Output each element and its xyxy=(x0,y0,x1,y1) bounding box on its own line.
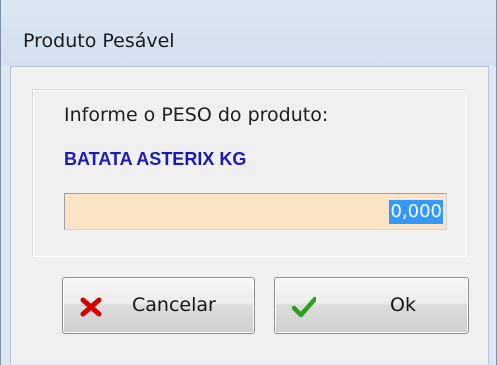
green-check-icon xyxy=(291,295,318,319)
cancel-button[interactable]: Cancelar xyxy=(62,277,255,334)
ok-button[interactable]: Ok xyxy=(274,277,469,334)
ok-button-label: Ok xyxy=(390,294,416,316)
title-bar[interactable]: Produto Pesável xyxy=(1,0,496,66)
window-title: Produto Pesável xyxy=(23,30,175,52)
weight-value-selected: 0,000 xyxy=(389,200,443,224)
cancel-button-label: Cancelar xyxy=(132,294,216,316)
weight-prompt-label: Informe o PESO do produto: xyxy=(64,104,329,126)
red-x-icon xyxy=(79,295,103,319)
product-name-label: BATATA ASTERIX KG xyxy=(64,149,247,169)
weight-input[interactable]: 0,000 xyxy=(64,193,447,230)
